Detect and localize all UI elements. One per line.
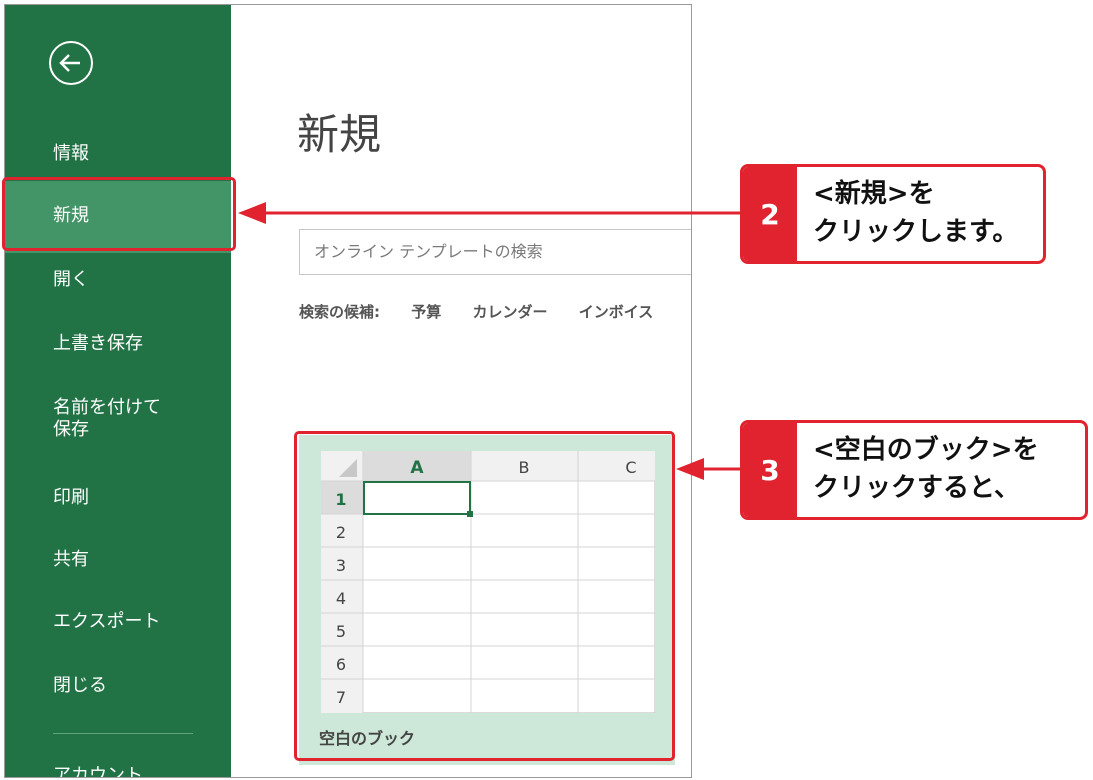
callout-step-2-number: 2 — [743, 167, 797, 261]
callout-step-2-text: <新規>を クリックします。 — [813, 179, 1019, 247]
callout-step-3-number: 3 — [743, 423, 797, 517]
arrow-to-template-head — [676, 458, 704, 480]
callout-step-3-text: <空白のブック>を クリックすると、 — [813, 435, 1039, 503]
annotation-arrows — [238, 202, 742, 480]
arrow-to-new-head — [238, 202, 266, 224]
callout-step-2: 2 <新規>を クリックします。 — [740, 164, 1046, 264]
callout-step-3: 3 <空白のブック>を クリックすると、 — [740, 420, 1088, 520]
